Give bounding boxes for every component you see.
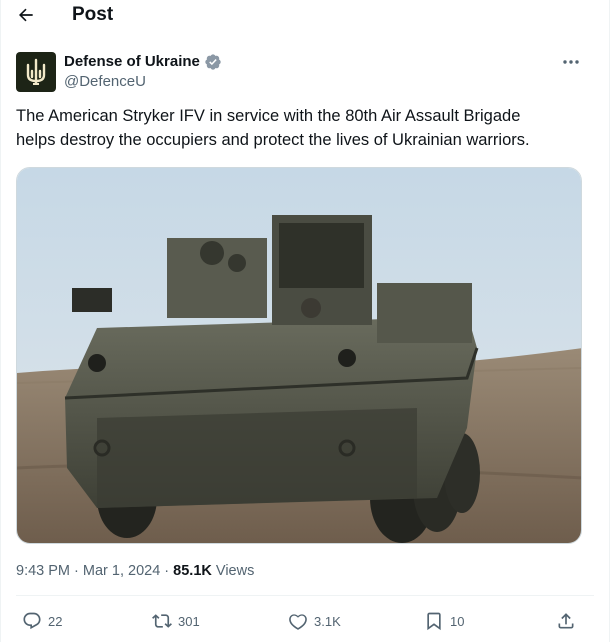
avatar[interactable]	[16, 52, 56, 92]
more-options-button[interactable]	[556, 52, 586, 72]
divider	[16, 595, 594, 596]
tweet-text: The American Stryker IFV in service with…	[16, 104, 591, 152]
author-handle[interactable]: @DefenceU	[64, 73, 146, 91]
share-icon	[558, 613, 574, 629]
like-icon	[289, 614, 307, 630]
repost-button[interactable]: 301	[152, 606, 200, 636]
views-count: 85.1K	[173, 563, 212, 579]
bookmark-button[interactable]: 10	[424, 606, 464, 636]
tweet-photo[interactable]	[16, 167, 582, 544]
post-date[interactable]: Mar 1, 2024	[83, 563, 160, 579]
reply-count: 22	[48, 613, 63, 629]
back-arrow-icon	[19, 8, 33, 22]
post-time[interactable]: 9:43 PM	[16, 563, 70, 579]
action-bar: 22 301 3.1K 10	[0, 606, 610, 636]
meta-separator-2: ·	[160, 563, 174, 579]
page-title: Post	[72, 4, 114, 25]
meta-separator: ·	[70, 563, 83, 579]
trident-emblem-icon	[26, 58, 46, 85]
tweet-text-line-1: The American Stryker IFV in service with…	[16, 107, 521, 125]
repost-count: 301	[178, 613, 200, 629]
views-label: Views	[211, 563, 255, 579]
author-name[interactable]: Defense of Ukraine	[64, 53, 200, 71]
tweet-text-line-2: helps destroy the occupiers and protect …	[16, 131, 530, 149]
like-count: 3.1K	[314, 613, 341, 629]
repost-icon	[152, 614, 172, 628]
reply-icon	[23, 612, 41, 630]
post-page: Post Defense of Ukraine @DefenceU The Am…	[0, 0, 610, 642]
photo-stryker-vehicle	[17, 168, 581, 543]
top-bar: Post	[0, 0, 610, 30]
author-name-row: Defense of Ukraine	[64, 53, 222, 71]
back-button[interactable]	[14, 4, 38, 26]
verified-badge-icon	[205, 54, 221, 70]
bookmark-icon	[427, 612, 441, 631]
reply-button[interactable]: 22	[22, 606, 62, 636]
post-meta: 9:43 PM · Mar 1, 2024 · 85.1K Views	[16, 562, 254, 580]
left-border	[0, 0, 1, 642]
share-button[interactable]	[556, 606, 576, 636]
like-button[interactable]: 3.1K	[288, 606, 341, 636]
more-icon	[563, 60, 579, 64]
bookmark-count: 10	[450, 613, 465, 629]
